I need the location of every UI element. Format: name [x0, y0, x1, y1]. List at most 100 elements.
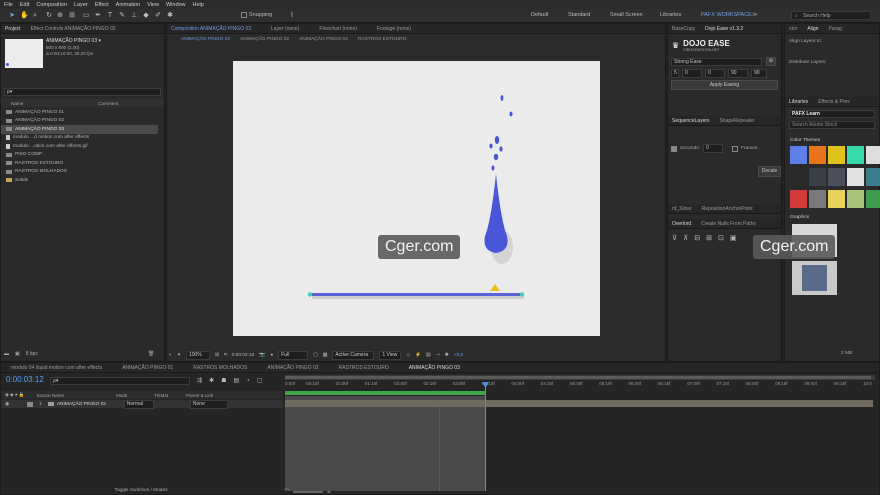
overlord-image-icon[interactable]: ▣	[730, 234, 737, 242]
tab-footage[interactable]: Footage (none)	[377, 26, 411, 32]
pan-behind-tool-icon[interactable]: ⊞	[68, 12, 76, 20]
menu-effect[interactable]: Effect	[95, 2, 109, 8]
grid-icon[interactable]: ⊞	[215, 353, 219, 358]
color-swatch[interactable]	[790, 190, 807, 208]
timeline-tab[interactable]: modulo 04 liquid motion com after effect…	[11, 365, 102, 371]
tab-rd-slicer[interactable]: rd_Slicer	[672, 206, 692, 212]
breadcrumb-item[interactable]: ANIMAÇÃO PINGO 02	[240, 37, 289, 42]
new-composition-icon[interactable]: ▣	[15, 351, 20, 357]
tab-layer[interactable]: Layer (none)	[271, 26, 299, 32]
overlord-export-icon[interactable]: ⊡	[718, 234, 724, 242]
color-swatch[interactable]	[847, 190, 864, 208]
exposure-icon[interactable]: ✺	[445, 353, 449, 358]
seconds-input[interactable]: 0	[703, 144, 724, 153]
toggle-switches-modes[interactable]: Toggle Switches / Modes	[1, 488, 281, 493]
type-tool-icon[interactable]: T	[106, 12, 114, 20]
color-swatch[interactable]	[828, 168, 845, 186]
list-item[interactable]: ANIMAÇÃO PINGO 01	[1, 108, 158, 117]
settings-gear-icon[interactable]: ⚙	[766, 57, 776, 66]
time-navigator[interactable]	[285, 375, 875, 380]
timeline-tab[interactable]: RASTROS MOLHADOS	[193, 365, 247, 371]
col-source-name[interactable]: Source Name	[36, 393, 64, 398]
col-mode[interactable]: Mode	[116, 393, 127, 398]
list-item[interactable]: ANIMAÇÃO PINGO 03	[1, 125, 158, 134]
motion-blur-icon[interactable]: ◔	[246, 378, 250, 384]
col-name[interactable]: Name	[11, 101, 23, 106]
composition-canvas[interactable]	[233, 61, 600, 336]
tab-effects-presets[interactable]: Effects & Pres	[818, 99, 850, 105]
color-swatch[interactable]	[866, 168, 880, 186]
apply-easing-button[interactable]: Apply Easing	[671, 80, 778, 90]
bpc-label[interactable]: 8 bpc	[26, 351, 38, 357]
eye-icon[interactable]: ◉	[5, 402, 9, 407]
time-ruler[interactable]: 0:00f 00:15f 01:00f 01:15f 02:00f 02:15f 03:00…	[285, 381, 875, 391]
color-swatch[interactable]	[809, 168, 826, 186]
list-item[interactable]: PISO COMP	[1, 151, 158, 160]
snapping-checkbox[interactable]	[241, 12, 247, 18]
workspace-menu-icon[interactable]: ≫	[752, 12, 758, 18]
overlord-pull-icon[interactable]: ⊼	[683, 234, 688, 242]
color-swatch[interactable]	[866, 190, 880, 208]
label-color-icon[interactable]	[27, 401, 34, 407]
timeline-search-input[interactable]: ρ▾	[50, 377, 190, 385]
menu-view[interactable]: View	[147, 2, 159, 8]
tab-align[interactable]: Align	[807, 26, 818, 32]
col-trkmat[interactable]: TrkMat	[154, 393, 168, 398]
current-time[interactable]: 0:00:02:16	[232, 353, 255, 358]
zoom-in-icon[interactable]: ⌓	[327, 489, 331, 495]
playhead[interactable]	[485, 383, 486, 491]
tab-flowchart[interactable]: Flowchart (none)	[319, 26, 357, 32]
color-swatch[interactable]	[809, 190, 826, 208]
frames-checkbox[interactable]	[732, 145, 739, 152]
layer-mode-select[interactable]: Normal	[123, 399, 154, 409]
tab-reposition-anchor[interactable]: RepositionAnchorPoint	[702, 206, 753, 212]
tab-libraries[interactable]: Libraries	[789, 99, 808, 105]
roto-brush-tool-icon[interactable]: ✐	[154, 12, 162, 20]
search-help-field[interactable]: ⌕ Search Help	[791, 11, 871, 20]
color-channel-icon[interactable]: ●	[270, 353, 273, 358]
comp-mini-flowchart-icon[interactable]: ⇶	[197, 377, 202, 384]
zoom-slider[interactable]	[293, 490, 324, 493]
tab-sequence-layers[interactable]: SequenceLayers	[672, 118, 710, 124]
flowchart-icon[interactable]: ⇢	[436, 353, 440, 358]
menu-file[interactable]: File	[4, 2, 13, 8]
tab-project[interactable]: Project	[5, 26, 21, 32]
list-item[interactable]: ANIMAÇÃO PINGO 02	[1, 117, 158, 126]
workspace-default[interactable]: Default	[531, 12, 548, 18]
crop-icon[interactable]: ⌗	[224, 352, 227, 358]
ease-value-field[interactable]: 90	[751, 69, 767, 78]
camera-tool-icon[interactable]: ⊕	[56, 12, 64, 20]
tab-dojo-ease[interactable]: Dojo Ease v1.3.2	[705, 26, 743, 32]
hand-tool-icon[interactable]: ✋	[20, 12, 29, 20]
always-preview-icon[interactable]: ◐	[169, 353, 172, 358]
camera-select[interactable]: Active Camera	[332, 350, 375, 360]
delete-icon[interactable]: 🗑	[148, 351, 154, 357]
rotate-tool-icon[interactable]: ↻	[45, 12, 53, 20]
graph-editor-icon[interactable]: ▢	[257, 377, 263, 384]
graphic-thumbnail[interactable]	[792, 261, 837, 295]
menu-help[interactable]: Help	[193, 2, 204, 8]
workspace-small-screen[interactable]: Small Screen	[610, 12, 643, 18]
mask-visibility-icon[interactable]: ✦	[177, 353, 181, 358]
project-search-input[interactable]: ρ▾	[4, 88, 161, 96]
transparency-grid-icon[interactable]: ▦	[323, 353, 328, 358]
tab-paragraph[interactable]: Parag	[828, 26, 841, 32]
workspace-standard[interactable]: Standard	[568, 12, 590, 18]
tab-composition[interactable]: Composition ANIMAÇÃO PINGO 03	[171, 26, 251, 32]
menu-composition[interactable]: Composition	[36, 2, 67, 8]
timeline-icon[interactable]: ▤	[426, 353, 431, 358]
workspace-pafx[interactable]: PAFX WORKSPACE	[701, 12, 752, 18]
brush-tool-icon[interactable]: ✎	[118, 12, 126, 20]
timeline-timecode[interactable]: 0:00:03:12	[6, 375, 44, 384]
tab-create-nulls[interactable]: Create Nulls From Paths	[701, 221, 756, 227]
ease-value-field[interactable]: 0	[705, 69, 725, 78]
ease-value-field[interactable]: 90	[728, 69, 748, 78]
eraser-tool-icon[interactable]: ◆	[142, 12, 150, 20]
zoom-tool-icon[interactable]: ⌕	[31, 12, 39, 20]
ease-value-field[interactable]: 5	[671, 69, 679, 78]
time-navigator-bar[interactable]	[285, 376, 871, 379]
snapshot-icon[interactable]: 📷	[259, 353, 265, 358]
color-swatch[interactable]	[828, 190, 845, 208]
breadcrumb-item[interactable]: RASTROS ESTOURO	[358, 37, 406, 42]
pen-tool-icon[interactable]: ✒	[94, 12, 102, 20]
